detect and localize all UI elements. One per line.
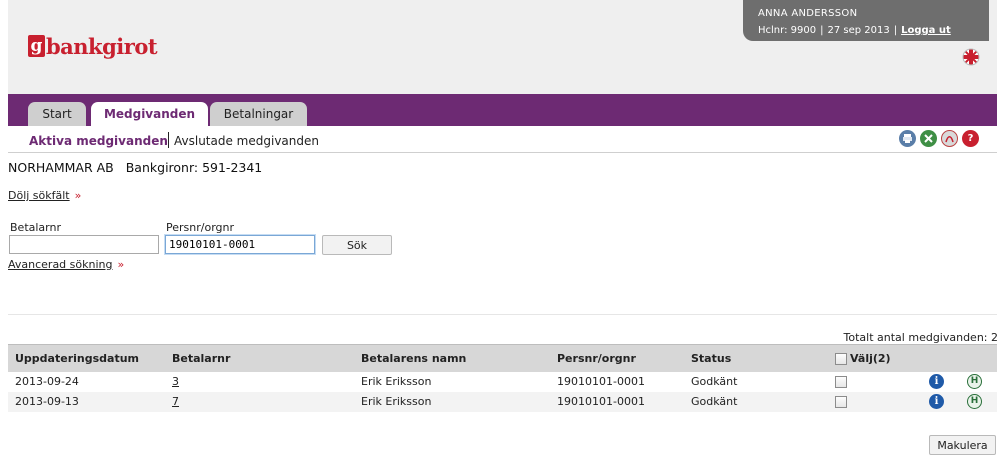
cell-payer: 3 xyxy=(165,372,354,392)
history-icon[interactable]: H xyxy=(967,374,982,389)
uk-flag-icon[interactable] xyxy=(962,48,980,66)
cell-date: 2013-09-24 xyxy=(15,375,79,388)
cell-history: H xyxy=(960,391,997,412)
column-header[interactable]: Status xyxy=(684,344,828,372)
search-button[interactable]: Sök xyxy=(322,235,392,255)
row-checkbox[interactable] xyxy=(835,376,847,388)
subnav-avslutade-medgivanden[interactable]: Avslutade medgivanden xyxy=(174,134,319,148)
advanced-search[interactable]: Avancerad sökning » xyxy=(8,258,124,271)
bankgirot-logo[interactable]: g bankgirot xyxy=(28,33,158,59)
print-icon[interactable] xyxy=(899,130,916,147)
info-icon[interactable]: i xyxy=(929,394,944,409)
cell-status: Godkänt xyxy=(691,375,738,388)
payer-link[interactable]: 3 xyxy=(172,375,179,388)
action-header xyxy=(922,344,960,372)
table-row: 2013-09-13 7 Erik Eriksson 19010101-0001… xyxy=(8,391,997,412)
cell-name: Erik Eriksson xyxy=(361,375,432,388)
cell-select xyxy=(828,391,922,412)
main-nav: Start Medgivanden Betalningar xyxy=(8,94,997,126)
tab-start[interactable]: Start xyxy=(28,102,86,126)
toolbar: ? xyxy=(899,130,979,147)
column-header[interactable]: Betalarnr xyxy=(165,344,354,372)
cell-info: i xyxy=(922,372,960,392)
divider xyxy=(8,314,997,315)
cell-date: 2013-09-13 xyxy=(8,391,165,412)
action-header xyxy=(960,344,997,372)
table-row: 2013-09-24 3 Erik Eriksson 19010101-0001… xyxy=(8,372,997,392)
cancel-mandate-button[interactable]: Makulera xyxy=(929,435,996,455)
row-checkbox[interactable] xyxy=(835,396,847,408)
logo-text: bankgirot xyxy=(46,33,158,59)
column-header[interactable]: Uppdateringsdatum xyxy=(8,344,165,372)
history-icon[interactable]: H xyxy=(967,394,982,409)
payer-number-label: Betalarnr xyxy=(10,221,61,234)
chevron-right-icon: » xyxy=(74,189,82,202)
tab-betalningar[interactable]: Betalningar xyxy=(210,102,307,126)
separator: | xyxy=(893,25,898,36)
advanced-search-link[interactable]: Avancerad sökning xyxy=(8,258,112,271)
user-box: ANNA ANDERSSON Hclnr: 9900 | 27 sep 2013 | L… xyxy=(743,0,989,41)
total-count: Totalt antal medgivanden: 2 xyxy=(843,331,998,344)
cell-info: i xyxy=(922,391,960,412)
session-date: 27 sep 2013 xyxy=(827,25,890,36)
sub-nav: Aktiva medgivanden Avslutade medgivanden… xyxy=(8,126,997,153)
logout-link[interactable]: Logga ut xyxy=(901,25,951,36)
chevron-right-icon: » xyxy=(117,258,125,271)
cell-name: Erik Eriksson xyxy=(354,391,550,412)
separator: | xyxy=(820,25,824,36)
column-header[interactable]: Betalarens namn xyxy=(354,344,550,372)
user-name: ANNA ANDERSSON xyxy=(758,8,858,19)
bankgiro-number: Bankgironr: 591-2341 xyxy=(125,160,263,175)
pdf-icon[interactable] xyxy=(941,130,958,147)
customer-number: Hclnr: 9900 xyxy=(758,25,817,36)
logo-mark: g xyxy=(28,35,45,57)
cell-select xyxy=(828,372,922,392)
excel-icon[interactable] xyxy=(920,130,937,147)
select-all-header: Välj(2) xyxy=(828,344,922,372)
hide-search-link[interactable]: Dölj sökfält xyxy=(8,189,70,202)
info-icon[interactable]: i xyxy=(929,374,944,389)
company-info: NORHAMMAR AB Bankgironr: 591-2341 xyxy=(8,160,262,175)
toggle-search[interactable]: Dölj sökfält » xyxy=(8,189,81,202)
persnr-label: Persnr/orgnr xyxy=(166,221,234,234)
select-all-checkbox[interactable] xyxy=(835,352,847,365)
payer-number-input[interactable] xyxy=(9,235,159,254)
cell-persnr: 19010101-0001 xyxy=(550,391,684,412)
subnav-aktiva-medgivanden[interactable]: Aktiva medgivanden xyxy=(29,134,168,148)
payer-link[interactable]: 7 xyxy=(172,395,179,408)
user-meta: Hclnr: 9900 | 27 sep 2013 | Logga ut xyxy=(758,22,989,39)
help-icon[interactable]: ? xyxy=(962,130,979,147)
header: g bankgirot ANNA ANDERSSON Hclnr: 9900 | 2… xyxy=(8,0,997,94)
persnr-input[interactable] xyxy=(165,235,315,254)
mandates-table: Uppdateringsdatum Betalarnr Betalarens n… xyxy=(8,344,997,412)
tab-medgivanden[interactable]: Medgivanden xyxy=(91,102,208,126)
cell-persnr: 19010101-0001 xyxy=(557,375,645,388)
cell-payer: 7 xyxy=(165,391,354,412)
select-label: Välj(2) xyxy=(850,351,891,365)
table-header-row: Uppdateringsdatum Betalarnr Betalarens n… xyxy=(8,344,997,372)
column-header[interactable]: Persnr/orgnr xyxy=(550,344,684,372)
cell-status: Godkänt xyxy=(684,391,828,412)
subnav-divider xyxy=(168,132,169,148)
cell-history: H xyxy=(960,372,997,392)
company-name: NORHAMMAR AB xyxy=(8,160,114,175)
